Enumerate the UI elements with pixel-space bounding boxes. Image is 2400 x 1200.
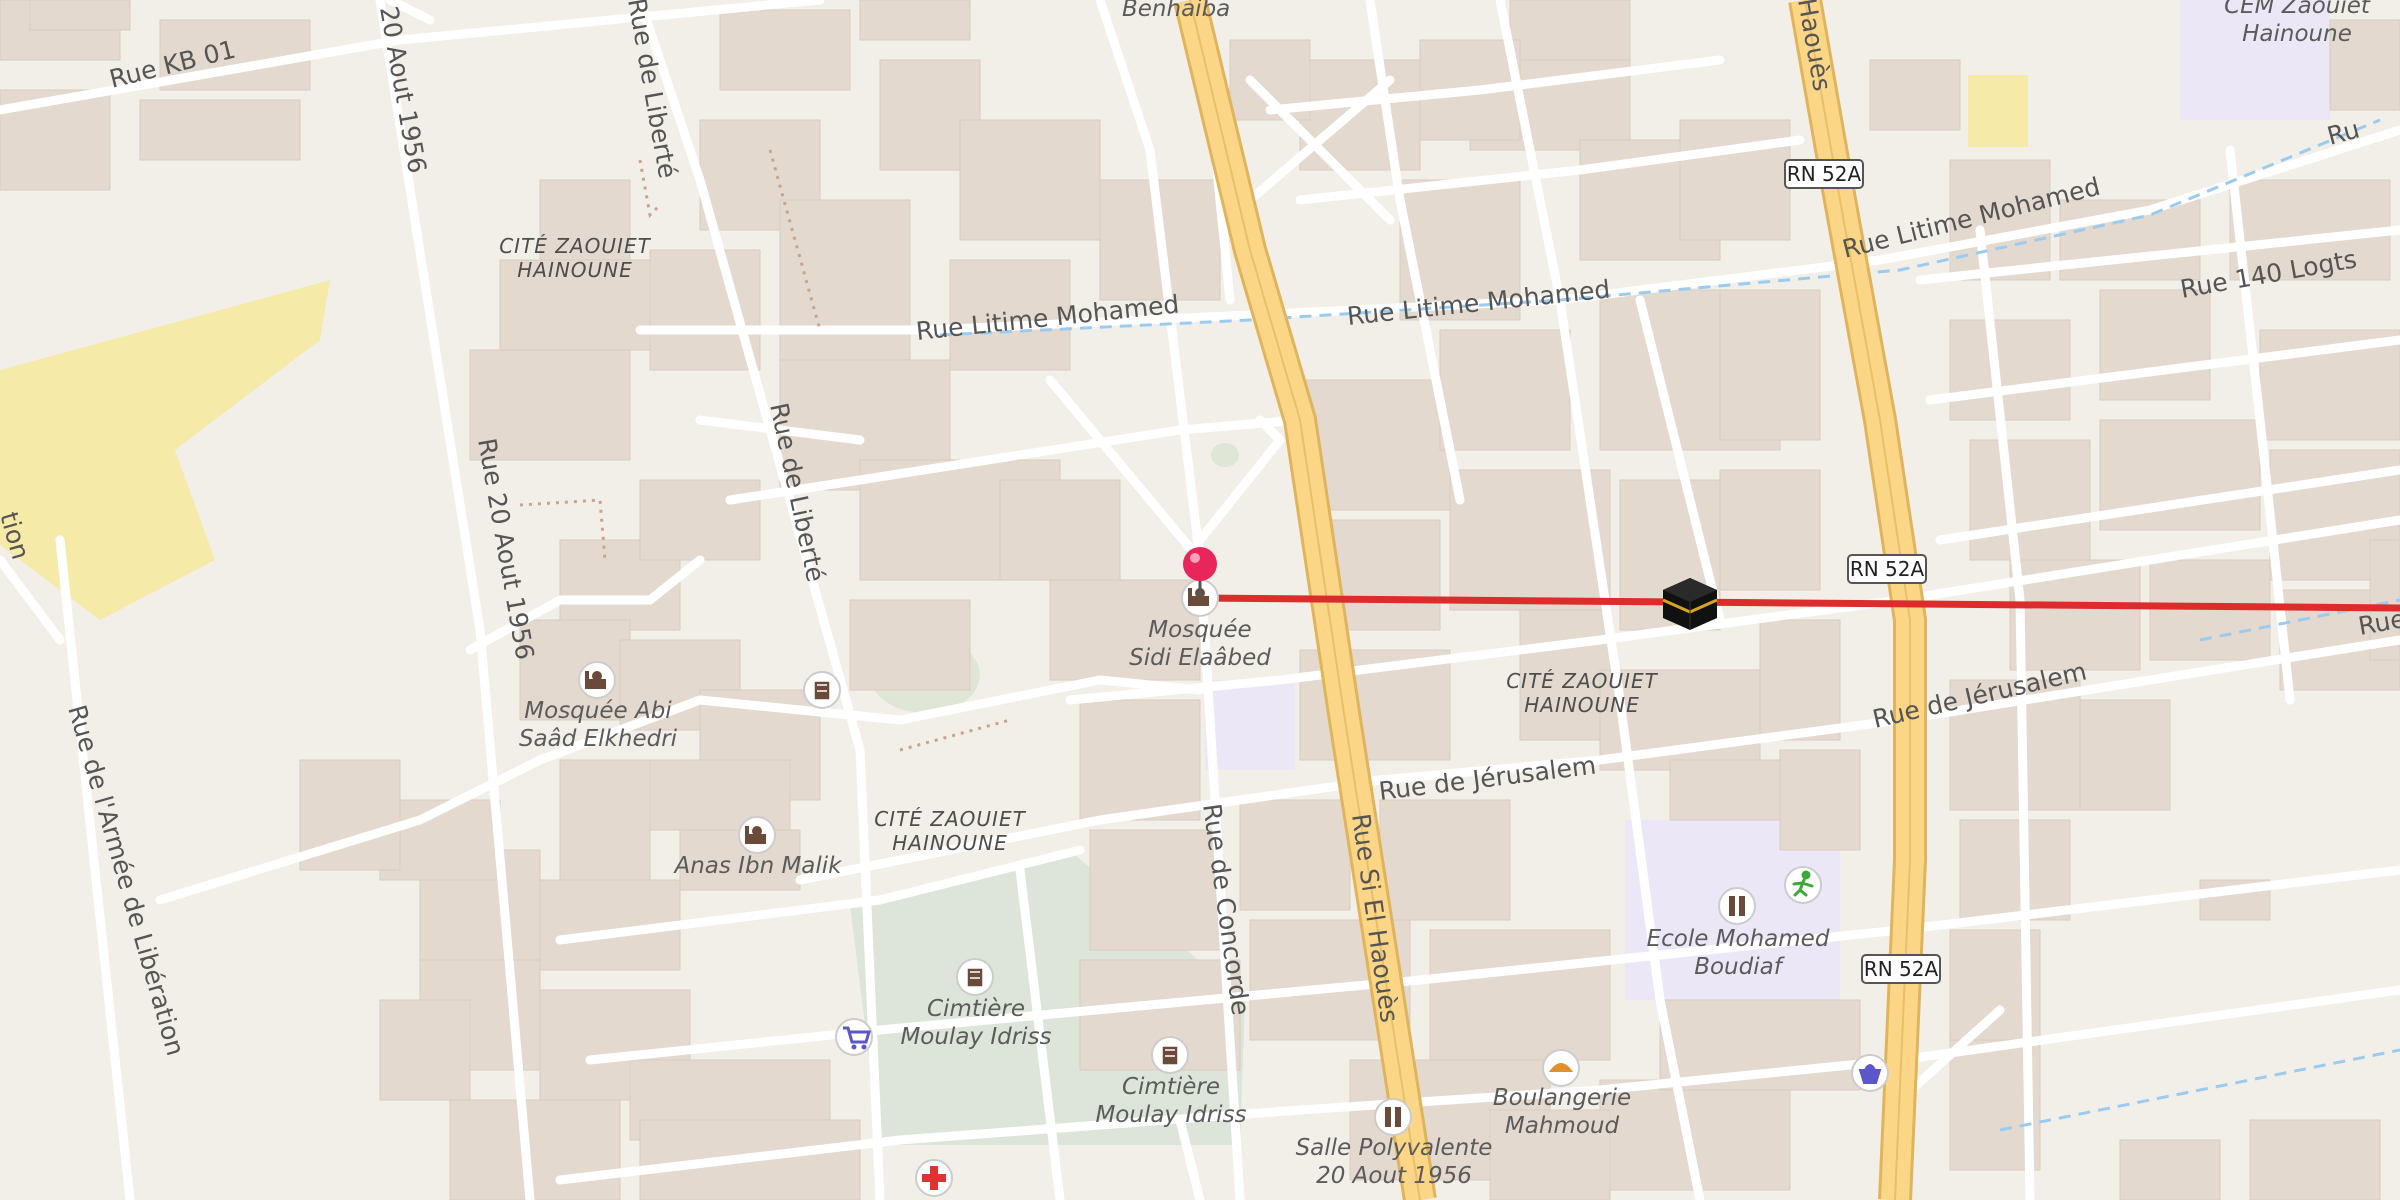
street-label-benhaiba: Benhaiba <box>1122 0 1230 22</box>
building <box>379 999 471 1101</box>
building <box>849 599 971 691</box>
building <box>1079 699 1201 821</box>
building <box>1959 819 2071 921</box>
poi-cemetery-3[interactable] <box>803 671 841 709</box>
building <box>1429 929 1611 1061</box>
area-label-cite-2: CITÉ ZAOUIET HAINOUNE <box>1506 669 1658 717</box>
cemetery-icon <box>813 680 831 701</box>
poi-sports[interactable] <box>1784 866 1822 904</box>
building <box>1439 329 1571 451</box>
building <box>1239 799 1351 911</box>
poi-shop-bag[interactable] <box>1851 1054 1889 1092</box>
svg-text:HAINOUNE: HAINOUNE <box>892 831 1008 855</box>
svg-text:CEM Zaouiet: CEM Zaouiet <box>2224 0 2371 19</box>
svg-text:Mosquée: Mosquée <box>1148 617 1251 643</box>
school-area-2 <box>1205 680 1295 770</box>
building <box>1969 439 2091 561</box>
building <box>559 759 651 881</box>
route-shield-3: RN 52A <box>1861 954 1941 984</box>
svg-text:RN 52A: RN 52A <box>1787 162 1862 186</box>
svg-text:HAINOUNE: HAINOUNE <box>517 258 633 282</box>
svg-text:Salle Polyvalente: Salle Polyvalente <box>1296 1135 1493 1161</box>
svg-text:CITÉ ZAOUIET: CITÉ ZAOUIET <box>499 234 651 258</box>
svg-text:Boudiaf: Boudiaf <box>1694 954 1785 980</box>
building <box>1759 619 1841 741</box>
svg-text:Cimtière: Cimtière <box>927 996 1025 1022</box>
poi-cem-school[interactable]: CEM Zaouiet Hainoune <box>2224 0 2371 47</box>
svg-text:20 Aout 1956: 20 Aout 1956 <box>1316 1163 1472 1189</box>
building <box>1379 799 1511 921</box>
building <box>779 199 911 371</box>
building <box>2119 1139 2221 1200</box>
building <box>139 99 301 161</box>
svg-text:CITÉ ZAOUIET: CITÉ ZAOUIET <box>1506 669 1658 693</box>
building <box>449 1099 621 1200</box>
building <box>1949 319 2071 421</box>
building <box>1679 119 1791 241</box>
svg-text:Hainoune: Hainoune <box>2242 21 2352 47</box>
green-patch <box>1211 443 1239 467</box>
area-label-cite-3: CITÉ ZAOUIET HAINOUNE <box>874 807 1026 855</box>
building <box>2079 699 2171 811</box>
building <box>1779 749 1861 851</box>
building <box>639 479 761 561</box>
building <box>2099 289 2211 401</box>
svg-text:RN 52A: RN 52A <box>1850 557 1925 581</box>
svg-text:Sidi Elaâbed: Sidi Elaâbed <box>1129 645 1271 671</box>
area-label-cite-1: CITÉ ZAOUIET HAINOUNE <box>499 234 651 282</box>
svg-text:Moulay Idriss: Moulay Idriss <box>900 1024 1051 1050</box>
cemetery-icon <box>1161 1045 1179 1066</box>
building <box>959 119 1101 241</box>
svg-text:Mahmoud: Mahmoud <box>1505 1113 1620 1139</box>
building <box>1719 469 1821 591</box>
building <box>1719 289 1821 441</box>
sand-patch <box>1968 75 2028 147</box>
building <box>1089 829 1221 951</box>
svg-text:RN 52A: RN 52A <box>1864 957 1939 981</box>
svg-text:Moulay Idriss: Moulay Idriss <box>1095 1102 1246 1128</box>
building <box>29 0 131 31</box>
building <box>649 249 761 371</box>
route-shield-1: RN 52A <box>1784 159 1864 189</box>
svg-text:CITÉ ZAOUIET: CITÉ ZAOUIET <box>874 807 1026 831</box>
svg-text:Saâd Elkhedri: Saâd Elkhedri <box>519 726 678 752</box>
building <box>999 479 1121 581</box>
svg-text:Cimtière: Cimtière <box>1122 1074 1220 1100</box>
svg-text:Mosquée Abi: Mosquée Abi <box>524 698 672 724</box>
svg-text:Ecole Mohamed: Ecole Mohamed <box>1647 926 1830 952</box>
svg-text:Boulangerie: Boulangerie <box>1493 1085 1631 1111</box>
map-canvas[interactable]: Rue KB 01 20 Aout 1956 Rue 20 Aout 1956 … <box>0 0 2400 1200</box>
svg-text:HAINOUNE: HAINOUNE <box>1524 693 1640 717</box>
poi-supermarket[interactable] <box>835 1018 873 1056</box>
building <box>2249 1119 2381 1200</box>
building <box>859 0 971 41</box>
poi-pharmacy[interactable] <box>915 1159 953 1197</box>
svg-text:Anas Ibn Malik: Anas Ibn Malik <box>672 853 843 879</box>
cemetery-icon <box>966 967 984 988</box>
route-shield-2: RN 52A <box>1847 554 1927 584</box>
building <box>719 9 851 91</box>
building <box>1869 59 1961 131</box>
